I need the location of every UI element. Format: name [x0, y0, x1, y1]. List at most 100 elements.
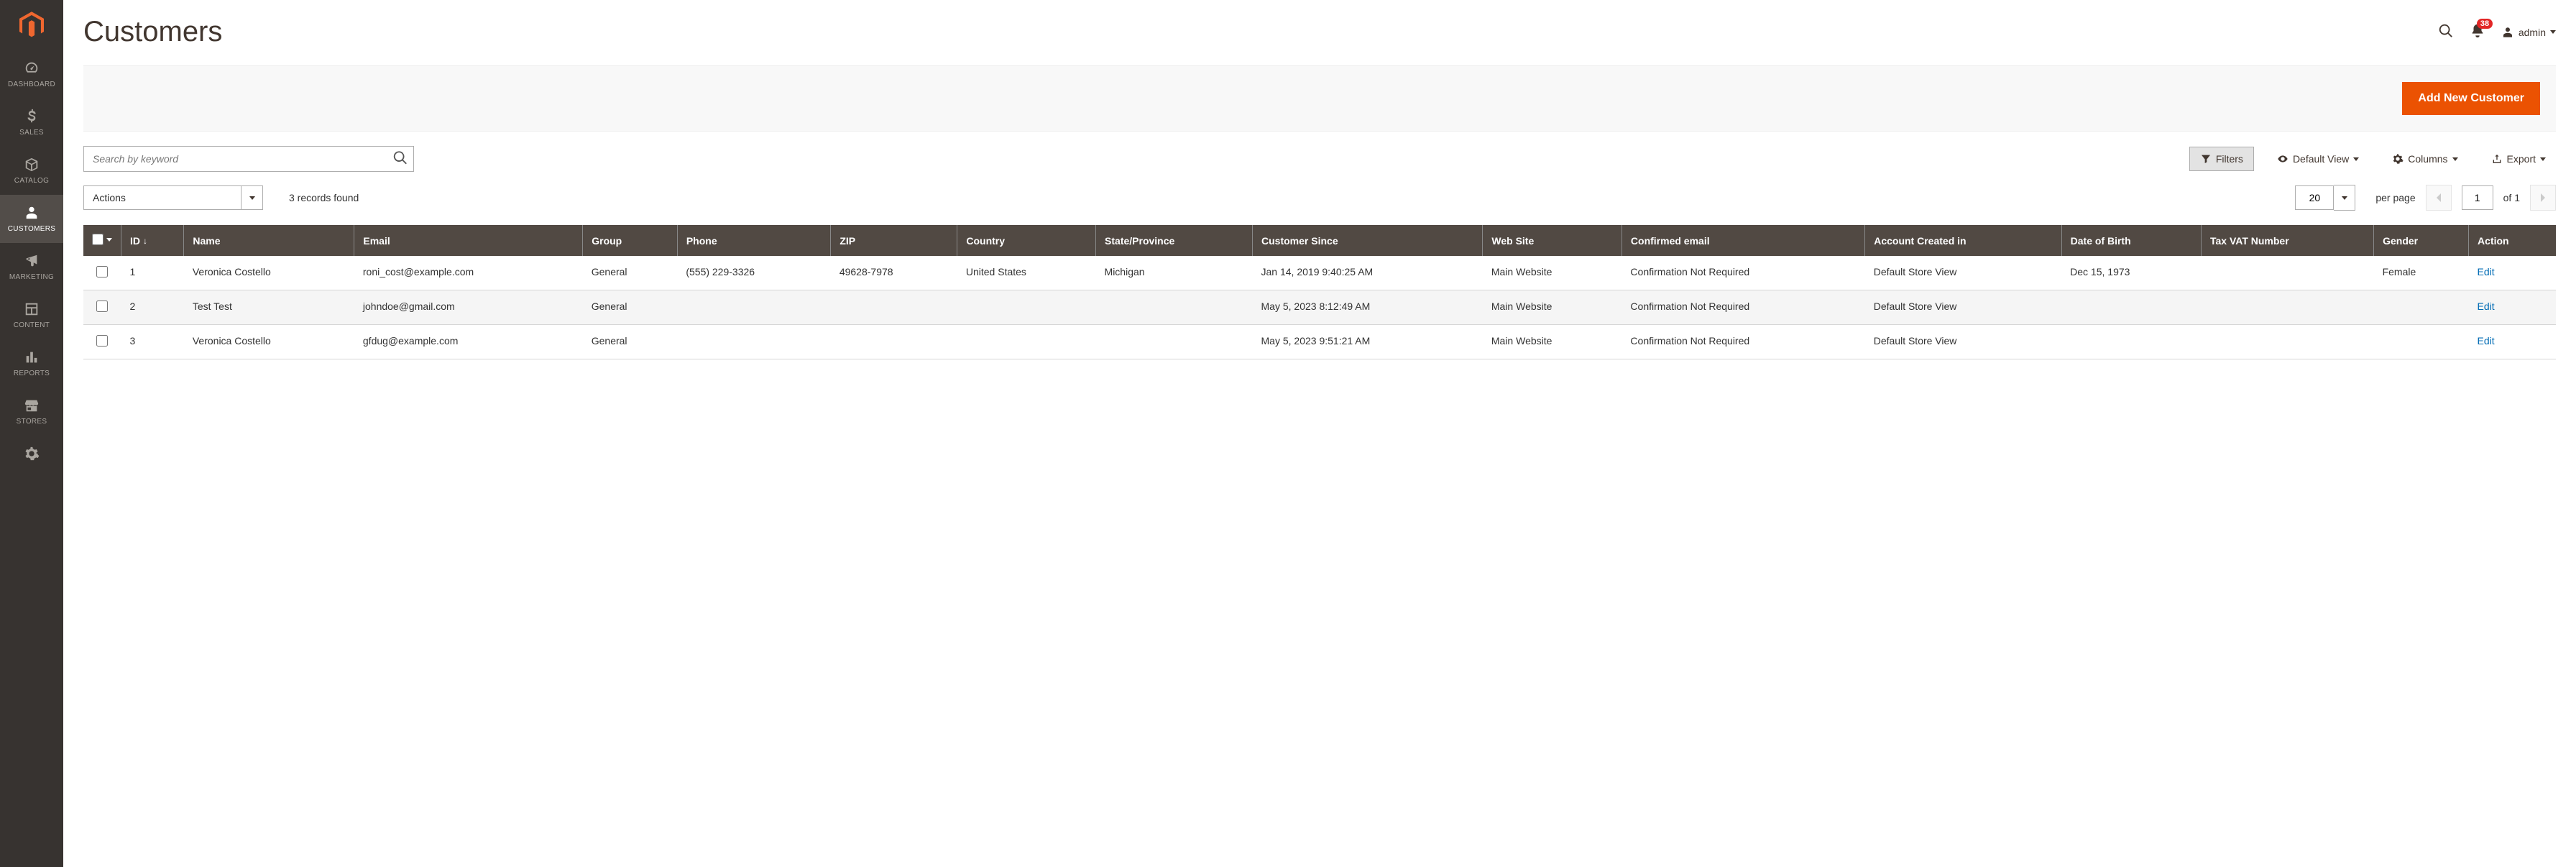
filters-label: Filters	[2216, 153, 2243, 165]
cell-since: Jan 14, 2019 9:40:25 AM	[1253, 256, 1483, 290]
nav-content[interactable]: CONTENT	[0, 291, 63, 339]
page-actions: Add New Customer	[83, 65, 2556, 132]
cell-created-in: Default Store View	[1865, 256, 2061, 290]
col-gender[interactable]: Gender	[2374, 225, 2469, 256]
col-email[interactable]: Email	[354, 225, 583, 256]
admin-label: admin	[2518, 27, 2546, 38]
col-confirmed[interactable]: Confirmed email	[1622, 225, 1864, 256]
select-all-checkbox[interactable]	[92, 234, 104, 245]
chevron-down-icon[interactable]	[106, 238, 112, 242]
nav-sales[interactable]: SALES	[0, 98, 63, 147]
cell-gender	[2374, 290, 2469, 325]
table-row[interactable]: 2Test Testjohndoe@gmail.comGeneralMay 5,…	[83, 290, 2556, 325]
columns-label: Columns	[2408, 153, 2447, 165]
person-icon	[24, 205, 40, 221]
row-checkbox[interactable]	[96, 266, 108, 277]
col-country[interactable]: Country	[957, 225, 1096, 256]
search-input[interactable]	[83, 146, 414, 172]
nav-marketing[interactable]: MARKETING	[0, 243, 63, 291]
col-since[interactable]: Customer Since	[1253, 225, 1483, 256]
search-icon	[392, 150, 408, 166]
export-icon	[2491, 153, 2503, 165]
chevron-down-icon	[2452, 157, 2458, 161]
row-checkbox[interactable]	[96, 335, 108, 347]
col-id[interactable]: ID↓	[121, 225, 184, 256]
col-action: Action	[2469, 225, 2556, 256]
cell-dob	[2061, 325, 2201, 359]
chevron-left-icon	[2435, 193, 2442, 202]
cell-email: gfdug@example.com	[354, 325, 583, 359]
col-state[interactable]: State/Province	[1096, 225, 1253, 256]
cell-confirmed: Confirmation Not Required	[1622, 325, 1864, 359]
records-found: 3 records found	[289, 192, 359, 203]
layout-icon	[24, 301, 40, 317]
gear-icon	[2392, 153, 2404, 165]
magento-logo[interactable]	[0, 0, 63, 50]
table-row[interactable]: 1Veronica Costelloroni_cost@example.comG…	[83, 256, 2556, 290]
col-dob[interactable]: Date of Birth	[2061, 225, 2201, 256]
admin-account-button[interactable]: admin	[2501, 26, 2556, 39]
page-number-input[interactable]	[2462, 185, 2493, 210]
per-page-input[interactable]	[2295, 185, 2334, 210]
notification-count: 38	[2477, 19, 2493, 29]
nav-system[interactable]	[0, 436, 63, 472]
search-submit-button[interactable]	[392, 150, 408, 168]
admin-sidebar: DASHBOARD SALES CATALOG CUSTOMERS MARKET…	[0, 0, 63, 867]
cell-phone	[677, 290, 831, 325]
box-icon	[24, 157, 40, 173]
nav-dashboard[interactable]: DASHBOARD	[0, 50, 63, 98]
nav-label: CATALOG	[14, 177, 49, 185]
export-button[interactable]: Export	[2481, 147, 2556, 170]
edit-link[interactable]: Edit	[2478, 301, 2495, 312]
per-page-toggle[interactable]	[2334, 185, 2355, 211]
col-vat[interactable]: Tax VAT Number	[2201, 225, 2373, 256]
add-new-customer-button[interactable]: Add New Customer	[2402, 82, 2540, 115]
cell-since: May 5, 2023 8:12:49 AM	[1253, 290, 1483, 325]
nav-label: CUSTOMERS	[8, 225, 55, 233]
cell-state: Michigan	[1096, 256, 1253, 290]
col-created-in[interactable]: Account Created in	[1865, 225, 2061, 256]
prev-page-button[interactable]	[2426, 185, 2452, 211]
dollar-icon	[24, 109, 40, 124]
nav-customers[interactable]: CUSTOMERS	[0, 195, 63, 243]
global-search-button[interactable]	[2438, 23, 2454, 41]
cell-group: General	[583, 290, 678, 325]
default-view-button[interactable]: Default View	[2267, 147, 2369, 170]
edit-link[interactable]: Edit	[2478, 266, 2495, 277]
col-select	[83, 225, 121, 256]
cell-phone: (555) 229-3326	[677, 256, 831, 290]
col-website[interactable]: Web Site	[1483, 225, 1622, 256]
row-checkbox[interactable]	[96, 301, 108, 312]
col-name[interactable]: Name	[184, 225, 354, 256]
filters-button[interactable]: Filters	[2189, 147, 2254, 171]
col-phone[interactable]: Phone	[677, 225, 831, 256]
default-view-label: Default View	[2293, 153, 2349, 165]
cell-gender	[2374, 325, 2469, 359]
nav-catalog[interactable]: CATALOG	[0, 147, 63, 195]
table-row[interactable]: 3Veronica Costellogfdug@example.comGener…	[83, 325, 2556, 359]
eye-icon	[2277, 153, 2288, 165]
mass-actions-toggle[interactable]	[242, 185, 263, 210]
cell-zip	[831, 290, 957, 325]
next-page-button[interactable]	[2530, 185, 2556, 211]
col-zip[interactable]: ZIP	[831, 225, 957, 256]
mass-actions-dropdown[interactable]: Actions	[83, 185, 263, 210]
nav-stores[interactable]: STORES	[0, 387, 63, 436]
cell-state	[1096, 290, 1253, 325]
nav-label: DASHBOARD	[8, 81, 55, 88]
cell-group: General	[583, 256, 678, 290]
columns-button[interactable]: Columns	[2382, 147, 2467, 170]
cell-website: Main Website	[1483, 290, 1622, 325]
cell-zip	[831, 325, 957, 359]
notifications-button[interactable]: 38	[2470, 23, 2485, 41]
edit-link[interactable]: Edit	[2478, 335, 2495, 347]
col-group[interactable]: Group	[583, 225, 678, 256]
page-of-label: of 1	[2503, 192, 2520, 203]
cell-dob	[2061, 290, 2201, 325]
cell-website: Main Website	[1483, 325, 1622, 359]
nav-reports[interactable]: REPORTS	[0, 339, 63, 387]
cell-dob: Dec 15, 1973	[2061, 256, 2201, 290]
cell-vat	[2201, 256, 2373, 290]
chevron-down-icon	[2353, 157, 2359, 161]
cell-since: May 5, 2023 9:51:21 AM	[1253, 325, 1483, 359]
